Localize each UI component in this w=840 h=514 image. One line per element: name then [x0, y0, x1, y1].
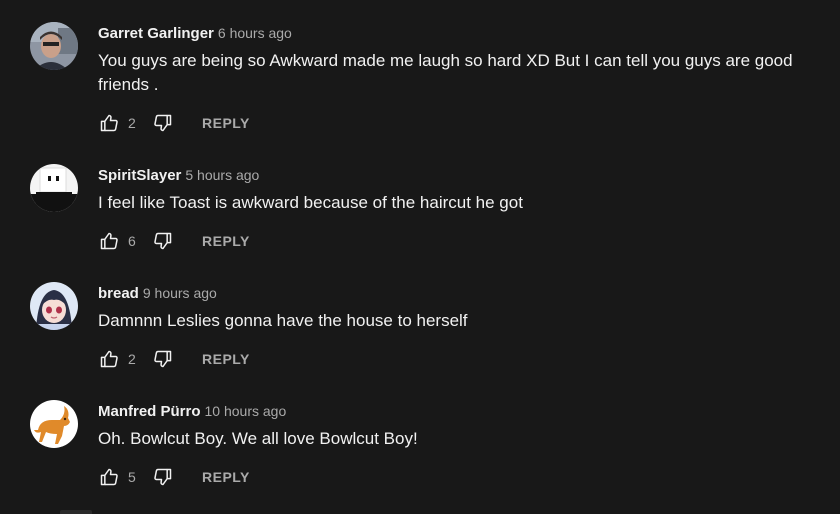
reply-button[interactable]: REPLY: [202, 351, 250, 367]
thumbs-down-icon[interactable]: [152, 466, 174, 488]
timestamp[interactable]: 10 hours ago: [205, 403, 287, 419]
avatar[interactable]: [30, 164, 78, 212]
thumbs-up-icon[interactable]: [98, 466, 120, 488]
thumbs-down-icon[interactable]: [152, 112, 174, 134]
comment-header: Manfred Pürro 10 hours ago: [98, 400, 286, 422]
comment-text: I feel like Toast is awkward because of …: [98, 193, 523, 212]
comment-actions: 5 REPLY: [98, 465, 250, 489]
reply-button[interactable]: REPLY: [202, 469, 250, 485]
thumbs-up-icon[interactable]: [98, 112, 120, 134]
comment-text: Oh. Bowlcut Boy. We all love Bowlcut Boy…: [98, 429, 418, 448]
comment-header: bread 9 hours ago: [98, 282, 217, 304]
comment-header: SpiritSlayer 5 hours ago: [98, 164, 259, 186]
comment-actions: 2 REPLY: [98, 347, 250, 371]
like-count: 2: [128, 115, 136, 131]
author-name[interactable]: SpiritSlayer: [98, 167, 181, 184]
comment-text: You guys are being so Awkward made me la…: [98, 51, 793, 94]
avatar[interactable]: [30, 282, 78, 330]
thumbs-up-icon[interactable]: [98, 348, 120, 370]
like-count: 5: [128, 469, 136, 485]
avatar[interactable]: [30, 22, 78, 70]
comment-text: Damnnn Leslies gonna have the house to h…: [98, 311, 468, 330]
next-avatar-edge: [60, 510, 92, 514]
author-name[interactable]: Garret Garlinger: [98, 25, 214, 42]
like-count: 6: [128, 233, 136, 249]
like-count: 2: [128, 351, 136, 367]
thumbs-up-icon[interactable]: [98, 230, 120, 252]
reply-button[interactable]: REPLY: [202, 233, 250, 249]
comment-header: Garret Garlinger 6 hours ago: [98, 22, 292, 44]
timestamp[interactable]: 6 hours ago: [218, 25, 292, 41]
avatar[interactable]: [30, 400, 78, 448]
timestamp[interactable]: 9 hours ago: [143, 285, 217, 301]
thumbs-down-icon[interactable]: [152, 230, 174, 252]
timestamp[interactable]: 5 hours ago: [185, 167, 259, 183]
reply-button[interactable]: REPLY: [202, 115, 250, 131]
comment-actions: 6 REPLY: [98, 229, 250, 253]
author-name[interactable]: Manfred Pürro: [98, 403, 201, 420]
thumbs-down-icon[interactable]: [152, 348, 174, 370]
author-name[interactable]: bread: [98, 285, 139, 302]
comment-actions: 2 REPLY: [98, 111, 250, 135]
